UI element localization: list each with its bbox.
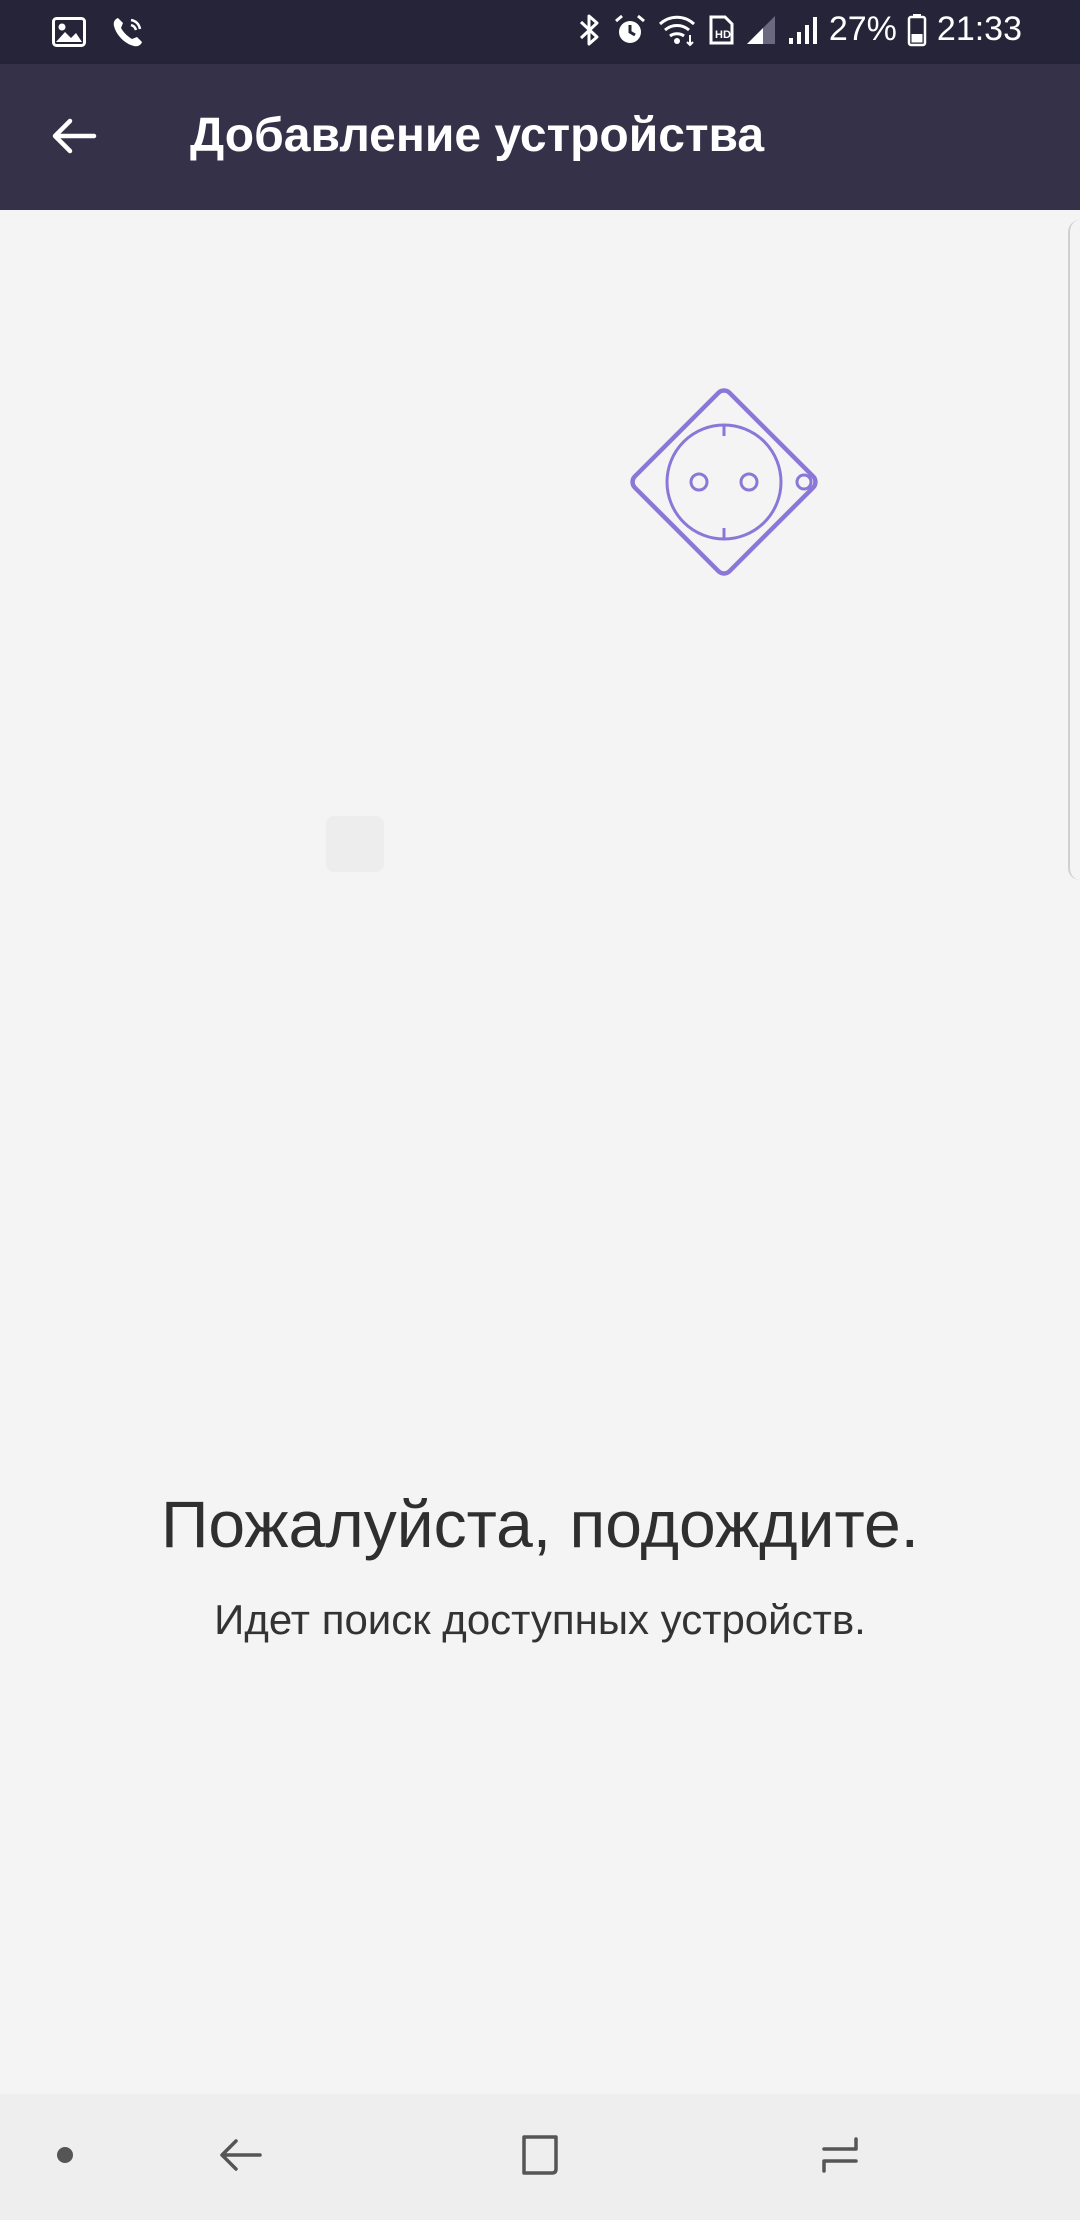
system-nav-bar [0, 2094, 1080, 2220]
page-title: Добавление устройства [190, 109, 765, 162]
status-bar: HD 27% 21:33 [0, 0, 1080, 64]
home-icon [516, 2131, 564, 2184]
scrollbar-edge [1068, 220, 1080, 880]
recents-icon [816, 2131, 864, 2184]
back-button[interactable] [40, 104, 108, 172]
battery-percent: 27% [828, 10, 897, 48]
wifi-icon [657, 13, 697, 47]
arrow-left-icon [50, 116, 98, 161]
battery-icon [907, 13, 927, 47]
hd-icon: HD [707, 14, 735, 46]
menu-dot-button[interactable] [30, 2094, 100, 2220]
signal-icon [787, 14, 819, 46]
status-right-icons: HD 27% 21:33 [577, 10, 1022, 49]
svg-text:HD: HD [715, 29, 731, 41]
nav-back-button[interactable] [190, 2094, 290, 2220]
power-socket-icon [612, 370, 836, 594]
alarm-icon [613, 13, 647, 47]
clock: 21:33 [936, 10, 1022, 48]
app-bar: Добавление устройства [0, 64, 1080, 210]
back-icon [216, 2133, 264, 2182]
nav-home-button[interactable] [490, 2094, 590, 2220]
main-content: Пожалуйста, подождите. Идет поиск доступ… [0, 210, 1080, 2094]
signal-icon [745, 14, 777, 46]
faint-mark [322, 812, 388, 876]
wait-subtitle: Идет поиск доступных устройств. [214, 1596, 866, 1643]
menu-dot-icon [55, 2145, 75, 2170]
nav-recents-button[interactable] [790, 2094, 890, 2220]
call-icon [110, 14, 146, 50]
wait-title: Пожалуйста, подождите. [160, 1487, 920, 1561]
status-left-icons [52, 14, 146, 50]
gallery-icon [52, 17, 86, 47]
bluetooth-icon [577, 13, 603, 47]
